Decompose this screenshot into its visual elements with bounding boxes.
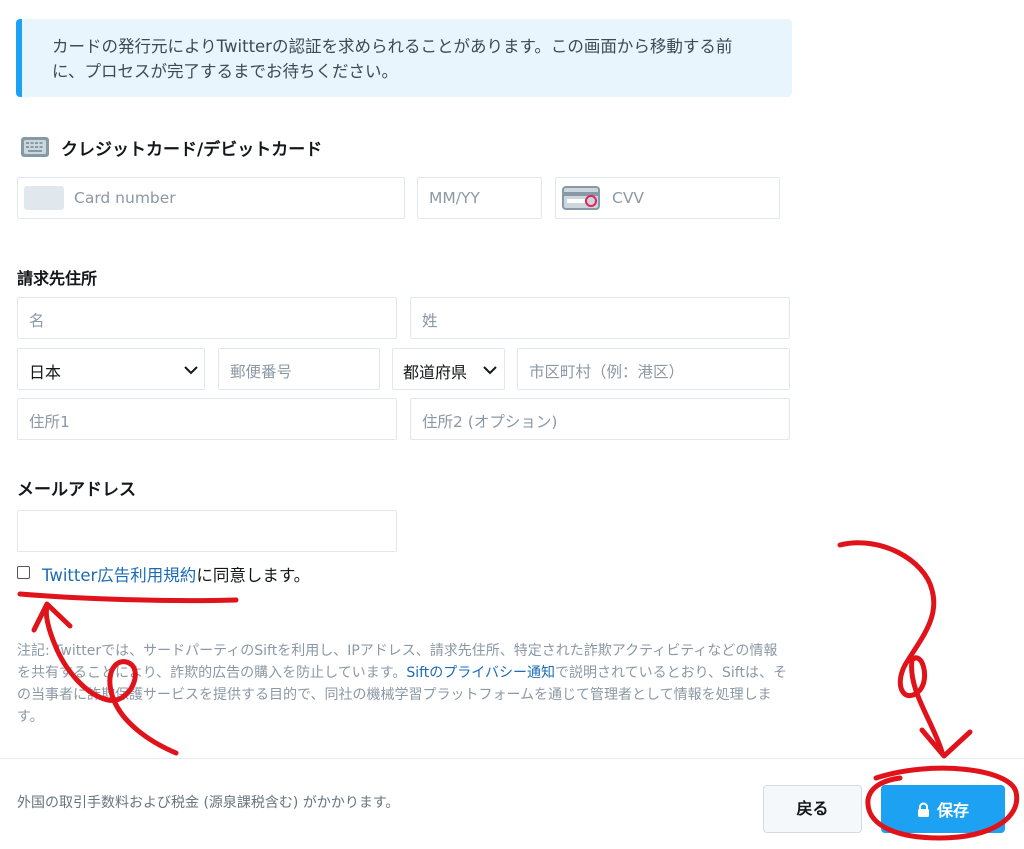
prefecture-select[interactable]: 都道府県	[392, 348, 505, 390]
lock-icon	[917, 802, 929, 817]
cvv-placeholder: CVV	[612, 189, 645, 207]
card-section-title: クレジットカード/デビットカード	[61, 140, 323, 160]
postal-code-placeholder: 郵便番号	[230, 363, 293, 381]
postal-code-input[interactable]: 郵便番号	[218, 348, 380, 390]
sift-disclosure-note: 注記: Twitterでは、サードパーティのSiftを利用し、IPアドレス、請求…	[17, 643, 787, 725]
annotation-left-arrowhead	[31, 601, 73, 633]
sift-privacy-link[interactable]: Siftのプライバシー通知	[406, 665, 555, 681]
terms-link[interactable]: Twitter広告利用規約	[42, 566, 196, 585]
annotation-right-arrowhead	[919, 727, 973, 759]
address2-placeholder: 住所2 (オプション)	[422, 413, 558, 431]
back-button[interactable]: 戻る	[763, 785, 862, 833]
save-button[interactable]: 保存	[881, 785, 1005, 833]
fee-disclosure-text: 外国の取引手数料および税金 (源泉課税含む) がかかります。	[17, 795, 400, 811]
last-name-placeholder: 姓	[422, 312, 438, 330]
address2-input[interactable]: 住所2 (オプション)	[410, 398, 790, 440]
terms-checkbox[interactable]	[17, 566, 30, 579]
card-number-input[interactable]: Card number	[17, 177, 405, 219]
terms-agreement-label: Twitter広告利用規約に同意します。	[42, 562, 310, 586]
country-select[interactable]: 日本	[17, 348, 205, 390]
cvv-input[interactable]: CVV	[555, 177, 780, 219]
address1-input[interactable]: 住所1	[17, 398, 397, 440]
card-number-placeholder: Card number	[74, 189, 176, 207]
city-placeholder: 市区町村（例：港区）	[529, 363, 685, 381]
card-placeholder-icon	[24, 186, 64, 210]
first-name-input[interactable]: 名	[17, 297, 397, 339]
keyboard-card-icon	[21, 137, 49, 157]
annotation-underline	[17, 591, 239, 604]
expiry-placeholder: MM/YY	[429, 189, 480, 207]
save-button-label: 保存	[936, 801, 969, 820]
email-input[interactable]	[17, 510, 397, 552]
cvv-card-icon	[562, 186, 600, 210]
first-name-placeholder: 名	[29, 312, 45, 330]
prefecture-value: 都道府県	[403, 363, 468, 382]
chevron-down-icon	[184, 366, 198, 375]
expiry-input[interactable]: MM/YY	[417, 177, 542, 219]
last-name-input[interactable]: 姓	[410, 297, 790, 339]
auth-notice-banner: カードの発行元によりTwitterの認証を求められることがあります。この画面から…	[16, 19, 792, 97]
city-input[interactable]: 市区町村（例：港区）	[517, 348, 790, 390]
annotation-right-arrow	[837, 540, 945, 755]
footer-divider	[0, 758, 1024, 759]
email-section-title: メールアドレス	[17, 480, 136, 500]
country-value: 日本	[29, 363, 62, 382]
terms-agreement-suffix: に同意します。	[196, 566, 311, 585]
address1-placeholder: 住所1	[29, 413, 70, 431]
chevron-down-icon	[483, 366, 497, 375]
auth-notice-text: カードの発行元によりTwitterの認証を求められることがあります。この画面から…	[52, 37, 733, 81]
billing-section-title: 請求先住所	[17, 269, 98, 288]
